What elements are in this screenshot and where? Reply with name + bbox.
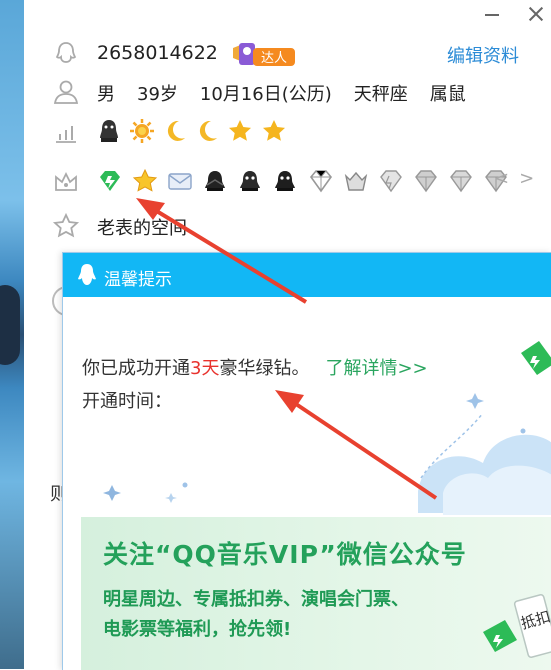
qq-number: 2658014622 <box>97 42 218 64</box>
yellow-star-icon[interactable] <box>132 168 158 194</box>
gray-diamond-icon[interactable] <box>378 168 404 194</box>
penguin-dark-icon[interactable] <box>272 168 298 194</box>
notice-popup: 温馨提示 你已成功开通3天豪华绿钻。 了解详情>> 开通时间： 关注“QQ音乐VI… <box>62 252 551 670</box>
gray-crown-diamond-icon[interactable] <box>343 168 369 194</box>
msg-pre: 你已成功开通 <box>82 358 190 379</box>
green-diamond-icon[interactable] <box>97 168 123 194</box>
edit-profile-link[interactable]: 编辑资料 <box>447 42 519 68</box>
popup-message: 你已成功开通3天豪华绿钻。 了解详情>> <box>82 354 428 380</box>
activation-time-label: 开通时间： <box>82 391 172 412</box>
zodiac: 天秤座 <box>353 84 408 105</box>
person-icon <box>53 80 79 104</box>
birthday: 10月16日(公历) <box>199 84 332 105</box>
banner-headline: 关注“QQ音乐VIP”微信公众号 <box>103 540 467 569</box>
penguin-level-icon <box>100 120 118 142</box>
age: 39岁 <box>137 84 178 105</box>
prev-arrow-button[interactable]: < <box>494 168 509 189</box>
gender: 男 <box>97 84 115 105</box>
level-row <box>24 114 551 150</box>
more-details-link[interactable]: 了解详情>> <box>325 358 427 379</box>
penguin-outline-icon <box>55 42 77 63</box>
daren-badge[interactable]: 达人 <box>229 40 297 68</box>
minimize-button[interactable] <box>480 2 504 26</box>
level-icons[interactable] <box>97 118 290 146</box>
chinese-zodiac: 属鼠 <box>429 84 466 105</box>
basic-info: 男 39岁 10月16日(公历) 天秤座 属鼠 <box>97 80 488 106</box>
moon-icon <box>168 120 186 141</box>
wallpaper-shape <box>0 285 20 365</box>
gray-diamond-icon[interactable] <box>308 168 334 194</box>
qzone-link[interactable]: 老表的空间 <box>97 214 187 240</box>
moon-icon <box>200 120 218 141</box>
msg-days: 3天 <box>190 358 220 379</box>
close-button[interactable] <box>524 2 548 26</box>
penguin-dark-icon[interactable] <box>237 168 263 194</box>
vip-icons[interactable] <box>97 168 513 196</box>
vip-nav: < > <box>494 168 544 189</box>
level-chart-icon <box>56 126 76 143</box>
star-icon <box>263 120 286 141</box>
space-row: 老表的空间 <box>24 208 551 244</box>
banner-line-2: 电影票等福利，抢先领! <box>103 619 292 640</box>
qq-music-banner[interactable]: 关注“QQ音乐VIP”微信公众号 明星周边、专属抵扣券、演唱会门票、 电影票等福… <box>81 517 551 670</box>
penguin-dark-icon[interactable] <box>202 168 228 194</box>
vip-row: < > <box>24 164 551 200</box>
next-arrow-button[interactable]: > <box>519 168 534 189</box>
star-icon <box>229 120 252 141</box>
qq-number-row: 2658014622 达人 编辑资料 <box>24 36 551 72</box>
basic-info-row: 男 39岁 10月16日(公历) 天秤座 属鼠 <box>24 74 551 110</box>
banner-line-1: 明星周边、专属抵扣券、演唱会门票、 <box>103 589 409 610</box>
daren-badge-label: 达人 <box>261 51 287 66</box>
sun-icon <box>130 119 155 143</box>
star-outline-icon <box>52 212 80 238</box>
mail-icon[interactable] <box>167 168 193 194</box>
gray-diamond-icon[interactable] <box>413 168 439 194</box>
crown-icon <box>55 171 77 191</box>
ticket-decoration: 抵扣 <box>483 594 551 658</box>
desktop-wallpaper <box>0 0 24 669</box>
msg-post: 豪华绿钻。 <box>219 358 310 379</box>
gray-diamond-icon[interactable] <box>448 168 474 194</box>
